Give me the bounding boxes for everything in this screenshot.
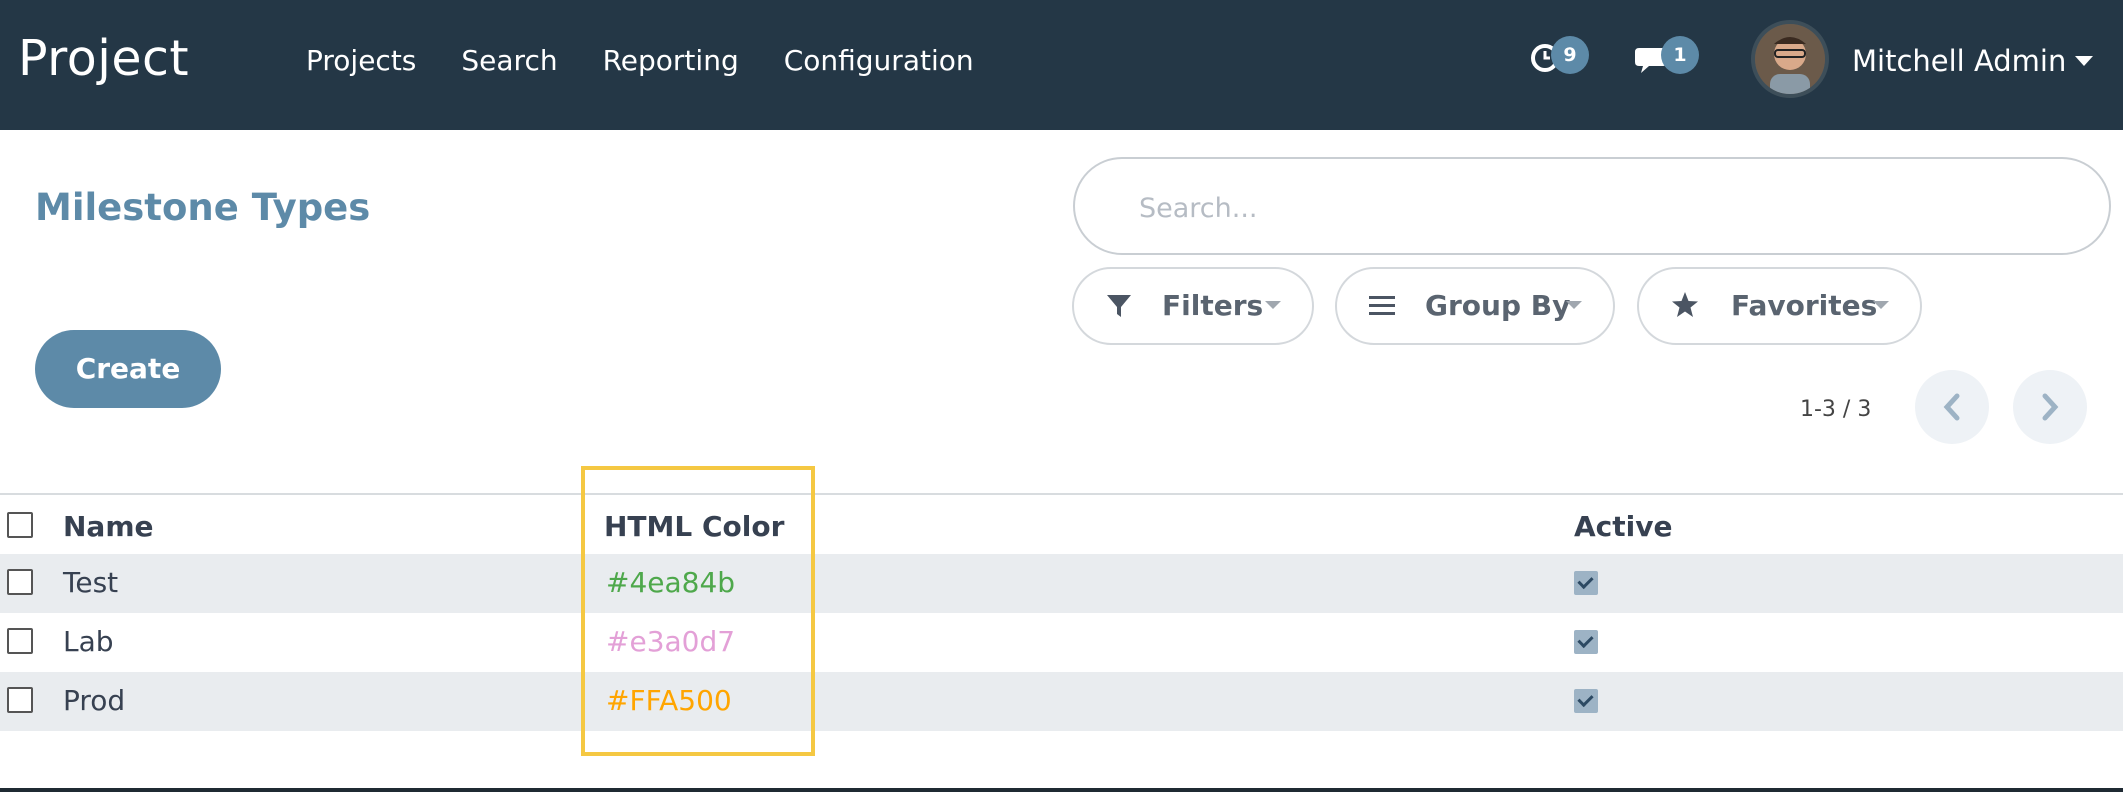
- column-highlight-box: [581, 466, 815, 756]
- row-checkbox[interactable]: [7, 687, 33, 713]
- top-navbar: Project Projects Search Reporting Config…: [0, 0, 2123, 130]
- menu-item-search[interactable]: Search: [461, 44, 557, 77]
- row-name: Test: [63, 566, 119, 599]
- menu-item-configuration[interactable]: Configuration: [784, 44, 974, 77]
- row-name: Prod: [63, 684, 126, 717]
- activity-count-badge: 9: [1551, 36, 1589, 74]
- user-avatar[interactable]: [1751, 20, 1829, 98]
- app-brand[interactable]: Project: [18, 30, 189, 87]
- user-name[interactable]: Mitchell Admin: [1852, 44, 2066, 78]
- row-name: Lab: [63, 625, 114, 658]
- search-bar: [1073, 157, 2111, 255]
- star-icon: [1672, 292, 1698, 317]
- table-row[interactable]: Lab #e3a0d7: [0, 613, 2123, 672]
- create-button[interactable]: Create: [35, 330, 221, 408]
- filter-icon: [1107, 295, 1131, 317]
- bottom-border: [0, 788, 2123, 792]
- table-row[interactable]: Prod #FFA500: [0, 672, 2123, 731]
- select-all-checkbox[interactable]: [7, 512, 33, 538]
- row-checkbox[interactable]: [7, 628, 33, 654]
- active-checkbox: [1574, 689, 1598, 713]
- table-row[interactable]: Test #4ea84b: [0, 554, 2123, 613]
- favorites-label: Favorites: [1731, 289, 1878, 322]
- pager-previous-button[interactable]: [1915, 370, 1989, 444]
- menu-item-projects[interactable]: Projects: [306, 44, 416, 77]
- chevron-down-icon[interactable]: [2075, 56, 2093, 66]
- caret-down-icon: [1265, 301, 1281, 309]
- column-header-active[interactable]: Active: [1574, 510, 1673, 543]
- chevron-right-icon: [2042, 393, 2059, 421]
- table-top-border: [0, 493, 2123, 495]
- list-icon: [1369, 296, 1395, 315]
- table-header: Name HTML Color Active: [0, 497, 2123, 556]
- search-input[interactable]: [1137, 185, 2041, 231]
- pager-next-button[interactable]: [2013, 370, 2087, 444]
- group-by-label: Group By: [1425, 289, 1571, 322]
- filters-label: Filters: [1162, 289, 1264, 322]
- main-menu: Projects Search Reporting Configuration: [306, 44, 974, 77]
- filters-button[interactable]: Filters: [1072, 267, 1314, 345]
- caret-down-icon: [1873, 301, 1889, 309]
- menu-item-reporting[interactable]: Reporting: [603, 44, 739, 77]
- group-by-button[interactable]: Group By: [1335, 267, 1615, 345]
- column-header-name[interactable]: Name: [63, 510, 154, 543]
- row-checkbox[interactable]: [7, 569, 33, 595]
- chevron-left-icon: [1943, 393, 1960, 421]
- message-count-badge: 1: [1661, 36, 1699, 74]
- active-checkbox: [1574, 571, 1598, 595]
- pager-value[interactable]: 1-3 / 3: [1800, 397, 1871, 422]
- caret-down-icon: [1566, 301, 1582, 309]
- favorites-button[interactable]: Favorites: [1637, 267, 1922, 345]
- page-title: Milestone Types: [35, 186, 371, 229]
- active-checkbox: [1574, 630, 1598, 654]
